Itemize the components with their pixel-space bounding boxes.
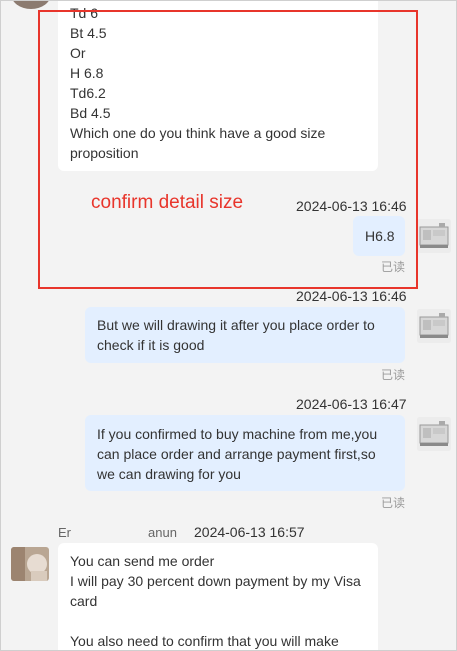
message-line: card (70, 593, 98, 609)
message-line: If you confirmed to buy machine from me,… (97, 426, 378, 442)
message-line: proposition (70, 145, 139, 161)
machine-avatar-icon (417, 417, 451, 451)
message-bubble-incoming[interactable]: You can send me order I will pay 30 perc… (58, 543, 378, 650)
message-line: Bt 4.5 (70, 25, 107, 41)
message-line: can place order and arrange payment firs… (97, 446, 376, 462)
message-timestamp: 2024-06-13 16:46 (296, 288, 407, 304)
avatar-partial (11, 1, 51, 9)
machine-avatar[interactable] (417, 417, 451, 451)
message-timestamp: 2024-06-13 16:47 (296, 396, 407, 412)
sender-name: Er anun (58, 525, 188, 539)
message-line: But we will drawing it after you place o… (97, 317, 375, 333)
message-line: Which one do you think have a good size (70, 125, 326, 141)
message-line (70, 611, 366, 631)
message-text: H6.8 (365, 228, 395, 244)
message-line: Bd 4.5 (70, 105, 111, 121)
message-bubble-incoming[interactable]: Td 6 Bt 4.5 Or H 6.8 Td6.2 Bd 4.5 Which … (58, 1, 378, 171)
message-line: Td 6 (70, 5, 99, 21)
message-bubble-outgoing[interactable]: But we will drawing it after you place o… (85, 307, 405, 363)
chat-window: Td 6 Bt 4.5 Or H 6.8 Td6.2 Bd 4.5 Which … (0, 0, 457, 651)
sender-avatar[interactable] (11, 547, 49, 581)
message-line: Td6.2 (70, 85, 106, 101)
machine-avatar-icon (417, 219, 451, 253)
message-timestamp: 2024-06-13 16:46 (296, 198, 407, 214)
message-line: You also need to confirm that you will m… (70, 633, 339, 649)
sender-name-prefix: Er (58, 525, 71, 539)
read-status: 已读 (381, 496, 406, 510)
message-line: You can send me order (70, 553, 215, 569)
message-line: check if it is good (97, 337, 205, 353)
message-bubble-outgoing[interactable]: H6.8 (353, 216, 405, 256)
read-status: 已读 (381, 368, 406, 382)
message-bubble-outgoing[interactable]: If you confirmed to buy machine from me,… (85, 415, 405, 491)
message-line: we can drawing for you (97, 466, 241, 482)
person-avatar-icon (11, 547, 49, 581)
message-timestamp: 2024-06-13 16:57 (194, 524, 305, 540)
message-line: Or (70, 45, 86, 61)
sender-name-suffix: anun (148, 525, 177, 539)
machine-avatar-icon (417, 309, 451, 343)
message-line: H 6.8 (70, 65, 104, 81)
message-line: I will pay 30 percent down payment by my… (70, 573, 361, 589)
read-status: 已读 (381, 260, 406, 274)
machine-avatar[interactable] (417, 309, 451, 343)
machine-avatar[interactable] (417, 219, 451, 253)
annotation-label: confirm detail size (91, 192, 244, 213)
